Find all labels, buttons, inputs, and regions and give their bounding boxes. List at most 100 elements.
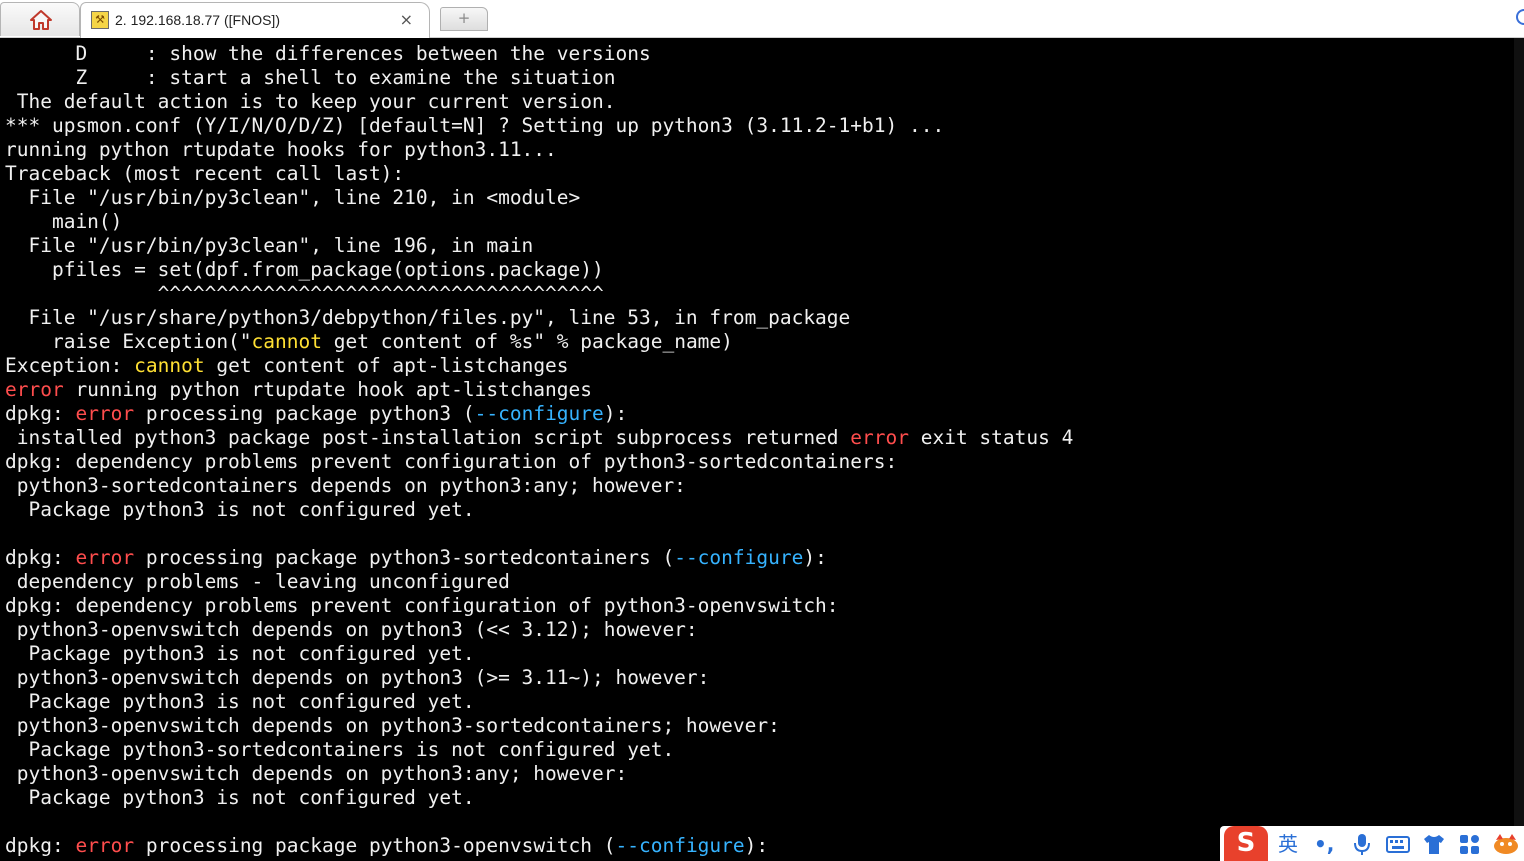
terminal-line: python3-openvswitch depends on python3 (… (5, 666, 1505, 690)
terminal-line: dpkg: error processing package python3-s… (5, 546, 1505, 570)
terminal-line: The default action is to keep your curre… (5, 90, 1505, 114)
close-icon[interactable]: × (400, 10, 413, 29)
terminal-text-segment: ^^^^^^^^^^^^^^^^^^^^^^^^^^^^^^^^^^^^^^ (5, 282, 604, 305)
terminal-text-segment: File "/usr/bin/py3clean", line 210, in <… (5, 186, 581, 209)
input-mode-toggle[interactable]: 英 (1278, 832, 1298, 856)
tab-bar: ⚒ 2. 192.168.18.77 ([FNOS]) × + (0, 0, 1524, 38)
terminal-text-segment: installed python3 package post-installat… (5, 426, 851, 449)
terminal-text-segment: get content of %s" % package_name) (322, 330, 733, 353)
terminal-text-segment: Package python3 is not configured yet. (5, 498, 475, 521)
new-tab-button[interactable]: + (440, 7, 488, 31)
terminal-text-segment: ): (803, 546, 827, 569)
terminal-line: Package python3 is not configured yet. (5, 642, 1505, 666)
terminal-text-segment: ): (603, 402, 628, 425)
terminal-line: Exception: cannot get content of apt-lis… (5, 354, 1505, 378)
terminal-line: dpkg: error processing package python3 (… (5, 402, 1505, 426)
terminal-text-segment: Package python3 is not configured yet. (5, 642, 475, 665)
terminal-line: pfiles = set(dpf.from_package(options.pa… (5, 258, 1505, 282)
terminal-text-segment: dependency problems - leaving unconfigur… (5, 570, 510, 593)
terminal-line: File "/usr/share/python3/debpython/files… (5, 306, 1505, 330)
terminal-text-segment: Package python3-sortedcontainers is not … (5, 738, 675, 761)
terminal-text-segment: dpkg: dependency problems prevent config… (5, 594, 839, 617)
terminal-line: Package python3 is not configured yet. (5, 786, 1505, 810)
terminal-text-segment: error (75, 402, 135, 425)
home-icon (30, 10, 52, 30)
terminal-text-segment: Traceback (most recent call last): (5, 162, 405, 185)
terminal-line: File "/usr/bin/py3clean", line 210, in <… (5, 186, 1505, 210)
terminal-text-segment: ): (744, 834, 769, 857)
terminal-text-segment: Package python3 is not configured yet. (5, 690, 475, 713)
keyboard-icon[interactable] (1386, 832, 1410, 856)
terminal-line: Traceback (most recent call last): (5, 162, 1505, 186)
terminal-text-segment: Exception: (5, 354, 135, 377)
terminal-line: dpkg: dependency problems prevent config… (5, 450, 1505, 474)
terminal-text-segment: python3-sortedcontainers depends on pyth… (5, 474, 686, 497)
terminal-line: dpkg: dependency problems prevent config… (5, 594, 1505, 618)
terminal-line: python3-openvswitch depends on python3:a… (5, 762, 1505, 786)
terminal-text-segment: --configure (474, 402, 604, 425)
terminal-text-segment: raise Exception(" (5, 330, 252, 353)
terminal-text-segment: The default action is to keep your curre… (5, 90, 616, 113)
terminal-text-segment: processing package python3 ( (134, 402, 475, 425)
terminal-text-segment: pfiles = set(dpf.from_package(options.pa… (5, 258, 604, 281)
scrollbar[interactable] (1514, 38, 1524, 861)
terminal-line: python3-openvswitch depends on python3-s… (5, 714, 1505, 738)
terminal-line: *** upsmon.conf (Y/I/N/O/D/Z) [default=N… (5, 114, 1505, 138)
session-tab-title: 2. 192.168.18.77 ([FNOS]) (115, 12, 280, 28)
terminal-text-segment: error (75, 834, 135, 857)
sogou-logo-icon[interactable]: S (1224, 826, 1268, 861)
terminal-line: python3-sortedcontainers depends on pyth… (5, 474, 1505, 498)
terminal-line: dependency problems - leaving unconfigur… (5, 570, 1505, 594)
terminal-text-segment: dpkg: (5, 546, 76, 569)
ime-toolbar: S 英 •, (1220, 826, 1524, 861)
terminal-text-segment: D : show the differences between the ver… (5, 42, 651, 65)
terminal-key-icon: ⚒ (91, 11, 109, 29)
terminal-line: File "/usr/bin/py3clean", line 196, in m… (5, 234, 1505, 258)
terminal-line: installed python3 package post-installat… (5, 426, 1505, 450)
terminal-text-segment: --configure (615, 834, 745, 857)
terminal-text-segment: error (850, 426, 909, 449)
terminal-text-segment: get content of apt-listchanges (204, 354, 569, 377)
terminal-text-segment: File "/usr/bin/py3clean", line 196, in m… (5, 234, 534, 257)
terminal-text-segment: python3-openvswitch depends on python3 (… (5, 618, 698, 641)
terminal-text-segment: Z : start a shell to examine the situati… (5, 66, 616, 89)
terminal-line: Package python3-sortedcontainers is not … (5, 738, 1505, 762)
terminal-text-segment: Package python3 is not configured yet. (5, 786, 475, 809)
terminal-text-segment: running python rtupdate hook apt-listcha… (63, 378, 593, 401)
terminal-line: Z : start a shell to examine the situati… (5, 66, 1505, 90)
terminal-text-segment: main() (5, 210, 123, 233)
terminal-text-segment: python3-openvswitch depends on python3:a… (5, 762, 628, 785)
partial-edge-icon (1516, 9, 1524, 25)
punctuation-toggle[interactable]: •, (1314, 832, 1334, 856)
terminal-line: raise Exception("cannot get content of %… (5, 330, 1505, 354)
terminal-output[interactable]: D : show the differences between the ver… (5, 42, 1505, 861)
skin-shirt-icon[interactable] (1422, 832, 1446, 856)
terminal-line: error running python rtupdate hook apt-l… (5, 378, 1505, 402)
terminal-line: running python rtupdate hooks for python… (5, 138, 1505, 162)
mascot-icon[interactable] (1492, 832, 1520, 856)
terminal-line: ^^^^^^^^^^^^^^^^^^^^^^^^^^^^^^^^^^^^^^ (5, 282, 1505, 306)
terminal-text-segment: cannot (134, 354, 205, 377)
terminal-text-segment: dpkg: (5, 834, 76, 857)
terminal-text-segment: error (75, 546, 135, 569)
terminal-text-segment: --configure (674, 546, 804, 569)
terminal-text-segment: File "/usr/share/python3/debpython/files… (5, 306, 851, 329)
toolbox-grid-icon[interactable] (1458, 832, 1482, 856)
session-tab[interactable]: ⚒ 2. 192.168.18.77 ([FNOS]) × (80, 2, 430, 38)
terminal-text-segment: python3-openvswitch depends on python3-s… (5, 714, 780, 737)
terminal-text-segment: processing package python3-sortedcontain… (134, 546, 675, 569)
terminal-text-segment: processing package python3-openvswitch ( (134, 834, 616, 857)
terminal-line: Package python3 is not configured yet. (5, 690, 1505, 714)
terminal-line: D : show the differences between the ver… (5, 42, 1505, 66)
terminal-text-segment: dpkg: dependency problems prevent config… (5, 450, 898, 473)
terminal-text-segment: error (5, 378, 64, 401)
terminal-text-segment: exit status 4 (908, 426, 1074, 449)
terminal-text-segment: *** upsmon.conf (Y/I/N/O/D/Z) [default=N… (5, 114, 945, 137)
terminal-line: Package python3 is not configured yet. (5, 498, 1505, 522)
terminal-text-segment: cannot (251, 330, 322, 353)
microphone-icon[interactable] (1352, 832, 1372, 856)
home-tab[interactable] (0, 2, 80, 36)
plus-icon: + (457, 9, 471, 27)
terminal-text-segment: python3-openvswitch depends on python3 (… (5, 666, 710, 689)
